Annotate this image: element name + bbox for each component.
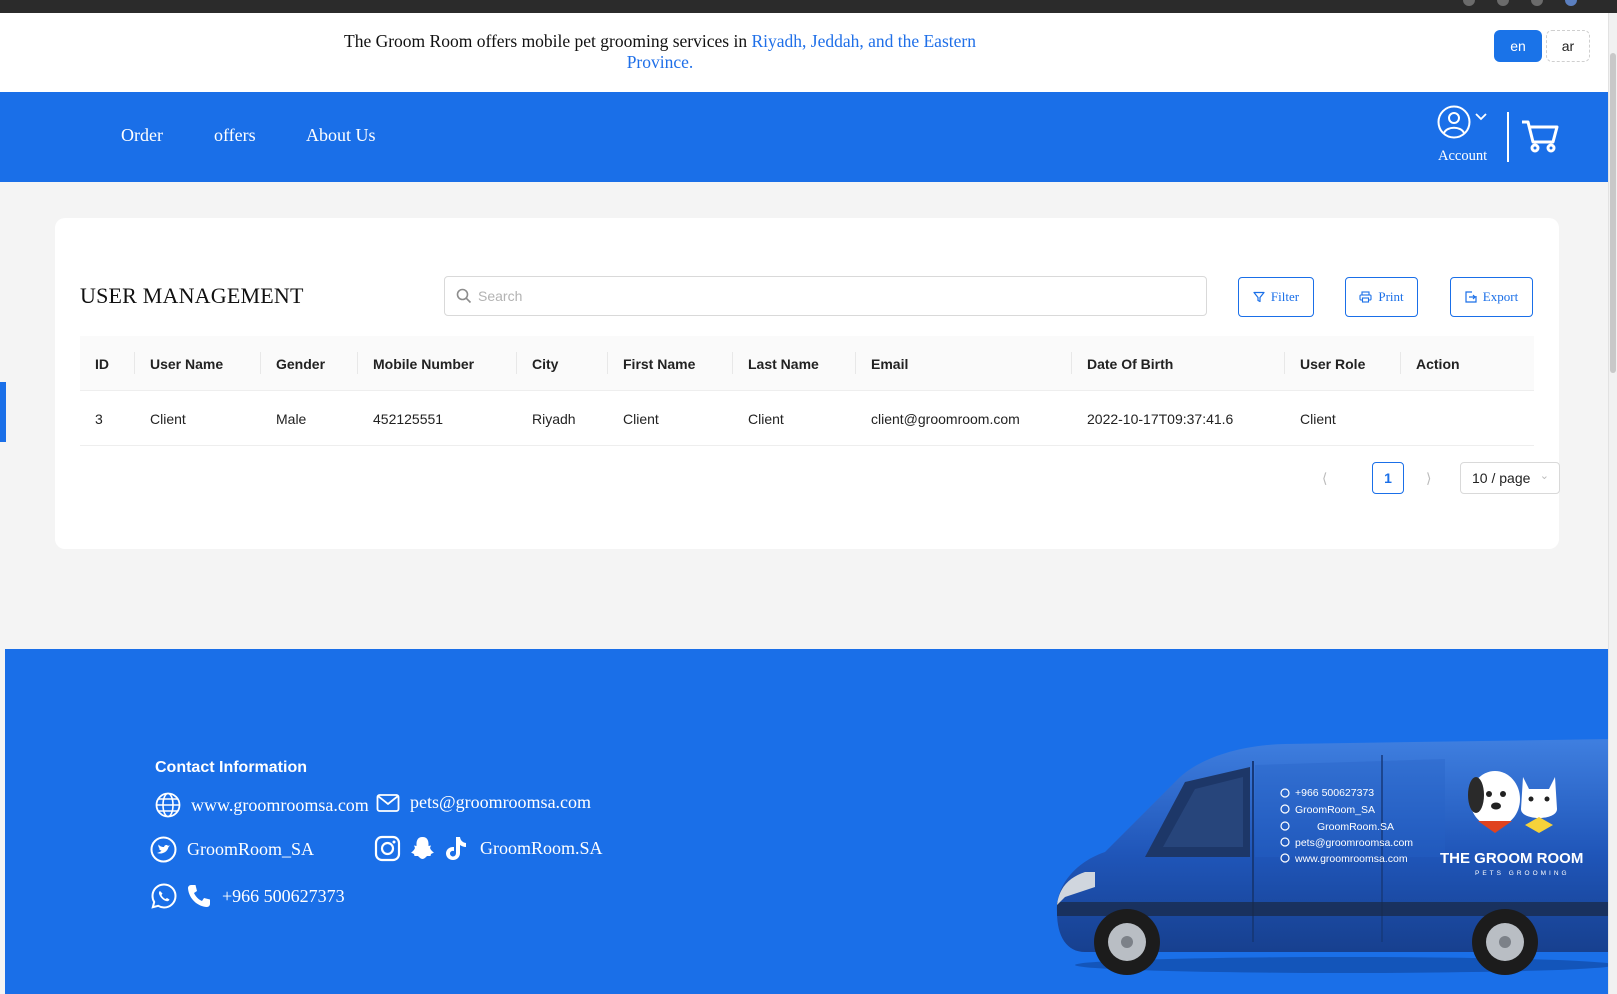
page-size-value: 10 / page (1472, 470, 1531, 486)
filter-icon (1253, 291, 1265, 303)
cell-city: Riyadh (532, 410, 576, 427)
van-brand: THE GROOM ROOM (1440, 850, 1583, 867)
phone-icon (188, 885, 210, 907)
snapchat-icon (411, 837, 434, 859)
cell-mobile-number: 452125551 (373, 410, 444, 427)
van-email: pets@groomroomsa.com (1295, 837, 1413, 849)
export-label: Export (1482, 289, 1519, 304)
col-city: City (532, 355, 559, 372)
main-navbar: Order offers About Us Account (0, 92, 1608, 182)
col-first-name: First Name (623, 355, 696, 372)
print-label: Print (1378, 289, 1404, 304)
website-link[interactable]: www.groomroomsa.com (155, 792, 369, 818)
account-menu[interactable]: Account (1436, 104, 1496, 168)
printer-icon (1359, 291, 1372, 303)
users-table: ID User Name Gender Mobile Number City F… (80, 336, 1534, 446)
page-1-button[interactable]: 1 (1372, 462, 1404, 494)
page-size-select[interactable]: 10 / page ⌄ (1460, 462, 1560, 494)
mail-icon (376, 793, 400, 812)
col-mobile-number: Mobile Number (373, 355, 475, 372)
search-input[interactable] (478, 288, 1178, 304)
announcement-prefix: The Groom Room offers mobile pet groomin… (344, 31, 752, 51)
van-website: www.groomroomsa.com (1294, 853, 1408, 865)
pagination: ⟨ 1 ⟩ 10 / page ⌄ (80, 462, 1560, 494)
page-title: USER MANAGEMENT (80, 283, 304, 308)
announcement-bar: The Groom Room offers mobile pet groomin… (0, 13, 1608, 92)
nav-offers[interactable]: offers (214, 125, 256, 146)
van-twitter: GroomRoom_SA (1295, 804, 1375, 816)
phone-number: +966 500627373 (222, 885, 345, 906)
instagram-icon (374, 835, 401, 862)
col-date-of-birth: Date Of Birth (1087, 355, 1174, 372)
email-text: pets@groomroomsa.com (410, 792, 592, 812)
footer: Contact Information www.groomroomsa.com … (5, 649, 1613, 994)
cell-id: 3 (95, 410, 103, 427)
twitter-icon (150, 836, 177, 863)
chevron-down-icon: ⌄ (1539, 470, 1549, 482)
page-scrollbar[interactable] (1608, 13, 1617, 994)
filter-label: Filter (1270, 289, 1300, 304)
whatsapp-icon (151, 883, 177, 909)
cell-user-name: Client (150, 410, 186, 427)
export-icon (1465, 291, 1477, 303)
cart-icon[interactable] (1520, 118, 1560, 154)
website-text: www.groomroomsa.com (191, 794, 369, 815)
tiktok-icon (446, 837, 466, 860)
van-social: GroomRoom.SA (1317, 821, 1394, 833)
col-action: Action (1416, 355, 1460, 372)
table-header: ID User Name Gender Mobile Number City F… (80, 336, 1534, 391)
col-user-name: User Name (150, 355, 224, 372)
prev-page-icon[interactable]: ⟨ (1322, 470, 1327, 487)
cell-last-name: Client (748, 410, 784, 427)
twitter-handle: GroomRoom_SA (187, 839, 315, 859)
cell-date-of-birth: 2022-10-17T09:37:41.6 (1087, 410, 1234, 427)
search-box[interactable] (444, 276, 1207, 316)
grooming-van-image: +966 500627373 GroomRoom_SA GroomRoom.SA… (1056, 739, 1613, 975)
cell-user-role: Client (1300, 410, 1336, 427)
nav-order[interactable]: Order (121, 125, 163, 146)
side-indicator (0, 382, 6, 442)
table-row[interactable]: 3 Client Male 452125551 Riyadh Client Cl… (80, 391, 1534, 446)
social-links[interactable]: GroomRoom.SA (374, 835, 603, 862)
browser-top-strip (0, 0, 1617, 13)
nav-about-us[interactable]: About Us (306, 125, 376, 146)
user-circle-icon (1437, 105, 1471, 139)
export-button[interactable]: Export (1450, 277, 1533, 317)
nav-divider (1507, 112, 1509, 162)
globe-icon (155, 792, 181, 818)
announcement-text: The Groom Room offers mobile pet groomin… (340, 31, 980, 73)
social-handle: GroomRoom.SA (480, 838, 603, 858)
filter-button[interactable]: Filter (1238, 277, 1314, 317)
contact-title: Contact Information (155, 759, 307, 776)
cell-email: client@groomroom.com (871, 410, 1020, 427)
next-page-icon[interactable]: ⟩ (1426, 470, 1431, 487)
cell-gender: Male (276, 410, 307, 427)
col-user-role: User Role (1300, 355, 1366, 372)
lang-ar-button[interactable]: ar (1546, 30, 1590, 62)
col-email: Email (871, 355, 909, 372)
chevron-down-icon (1475, 113, 1487, 121)
col-gender: Gender (276, 355, 326, 372)
cell-first-name: Client (623, 410, 659, 427)
col-last-name: Last Name (748, 355, 819, 372)
search-icon (456, 288, 472, 304)
twitter-link[interactable]: GroomRoom_SA (150, 836, 314, 863)
email-link[interactable]: pets@groomroomsa.com (376, 792, 591, 813)
user-management-card: USER MANAGEMENT Filter Print Export ID (55, 218, 1560, 549)
col-id: ID (95, 355, 109, 372)
print-button[interactable]: Print (1345, 277, 1418, 317)
van-tagline: PETS GROOMING (1475, 870, 1570, 877)
account-label: Account (1438, 148, 1488, 164)
lang-en-button[interactable]: en (1494, 30, 1542, 62)
phone-link[interactable]: +966 500627373 (150, 882, 345, 910)
van-phone: +966 500627373 (1295, 787, 1374, 799)
